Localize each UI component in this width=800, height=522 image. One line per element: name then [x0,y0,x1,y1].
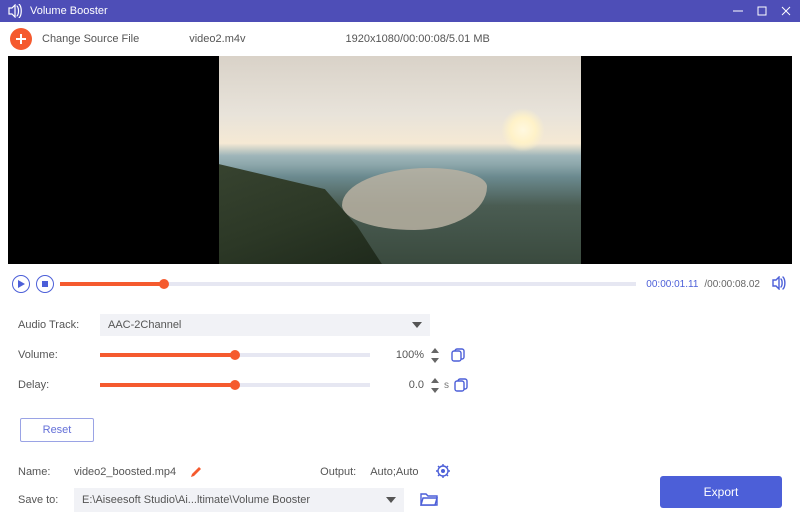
minimize-button[interactable] [732,5,744,17]
output-value: Auto;Auto [370,466,418,478]
volume-fill [100,353,235,357]
video-preview [8,56,792,264]
export-button[interactable]: Export [660,476,782,508]
output-name: video2_boosted.mp4 [74,466,176,478]
volume-reset-icon[interactable] [450,346,466,365]
source-filename: video2.m4v [189,33,245,45]
close-button[interactable] [780,5,792,17]
delay-field[interactable] [378,374,428,396]
volume-step-down[interactable] [430,355,440,365]
volume-icon[interactable] [772,276,788,293]
audio-track-value: AAC-2Channel [108,319,181,331]
change-source-button[interactable] [10,28,32,50]
maximize-button[interactable] [756,5,768,17]
save-path-value: E:\Aiseesoft Studio\Ai...ltimate\Volume … [82,494,310,506]
stop-button[interactable] [36,275,54,293]
delay-slider[interactable] [100,383,370,387]
edit-name-icon[interactable] [190,464,204,481]
volume-field[interactable] [378,344,428,366]
delay-step-up[interactable] [430,375,440,385]
volume-step-up[interactable] [430,345,440,355]
audio-track-label: Audio Track: [18,319,100,331]
volume-slider[interactable] [100,353,370,357]
output-settings-icon[interactable] [435,463,451,482]
chevron-down-icon [386,497,396,503]
titlebar: Volume Booster [0,0,800,22]
delay-fill [100,383,235,387]
toolbar: Change Source File video2.m4v 1920x1080/… [0,22,800,56]
save-path-select[interactable]: E:\Aiseesoft Studio\Ai...ltimate\Volume … [74,488,404,512]
transport-bar: 00:00:01.11/00:00:08.02 [12,268,788,300]
source-info: 1920x1080/00:00:08/5.01 MB [346,33,490,45]
play-button[interactable] [12,275,30,293]
output-label: Output: [320,466,356,478]
delay-step-down[interactable] [430,385,440,395]
reset-button[interactable]: Reset [20,418,94,442]
delay-unit: s [444,380,449,391]
controls-panel: Audio Track: AAC-2Channel Volume: Delay: [0,306,800,454]
video-frame [219,56,581,264]
audio-track-select[interactable]: AAC-2Channel [100,314,430,336]
volume-thumb[interactable] [230,350,240,360]
seek-slider[interactable] [60,282,636,286]
chevron-down-icon [412,322,422,328]
volume-label: Volume: [18,349,100,361]
seek-thumb[interactable] [159,279,169,289]
delay-label: Delay: [18,379,100,391]
name-label: Name: [18,466,68,478]
seek-progress [60,282,164,286]
save-label: Save to: [18,494,68,506]
delay-reset-icon[interactable] [453,376,469,395]
change-source-label: Change Source File [42,33,139,45]
app-icon [8,4,24,18]
current-time: 00:00:01.11 [646,279,698,290]
open-folder-icon[interactable] [420,492,438,509]
delay-thumb[interactable] [230,380,240,390]
duration-time: /00:00:08.02 [704,279,760,290]
app-title: Volume Booster [30,5,108,17]
